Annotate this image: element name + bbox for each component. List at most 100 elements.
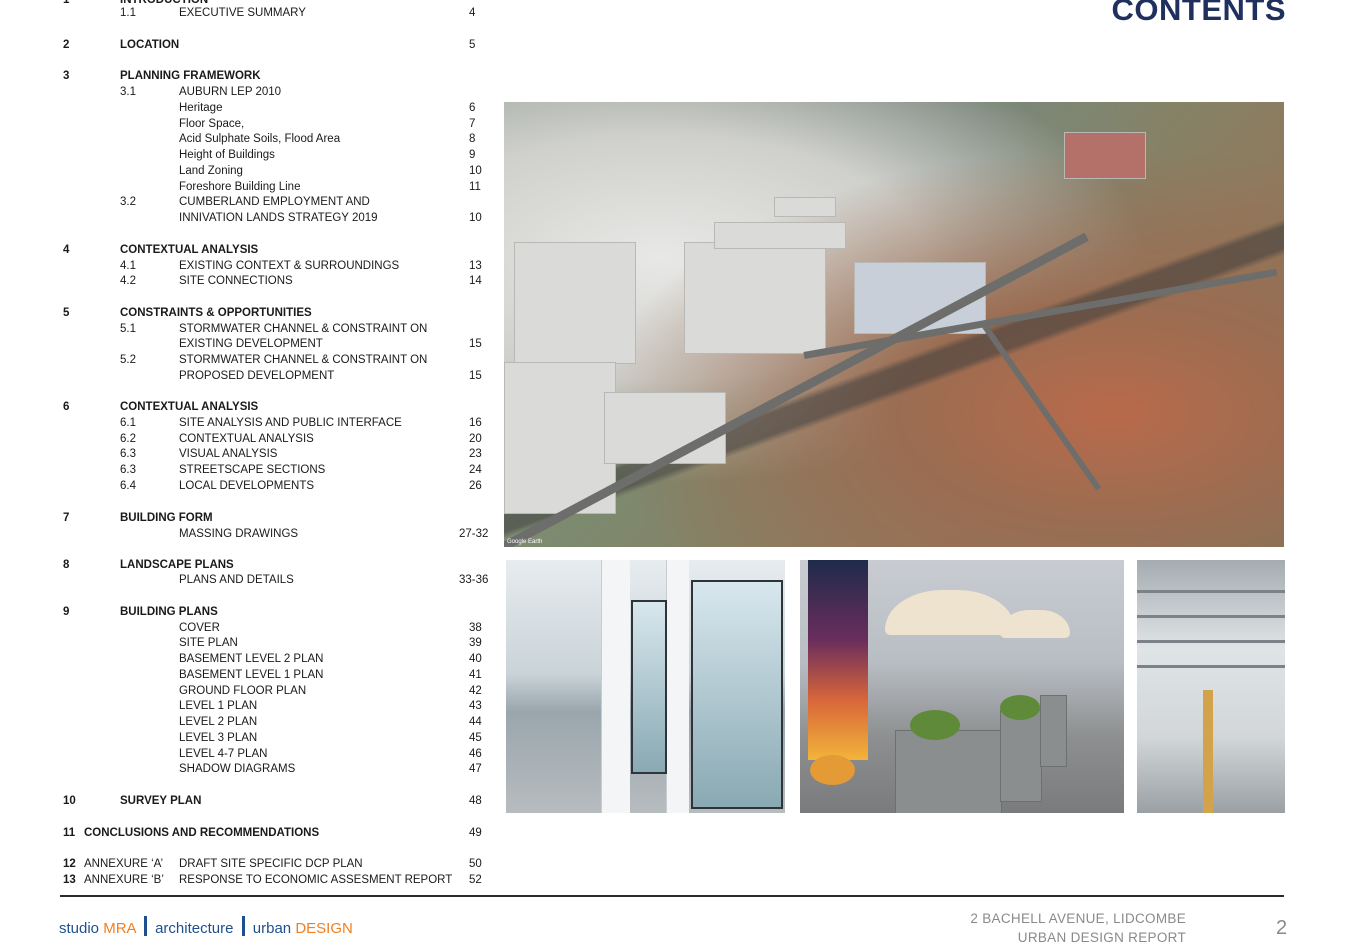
logo-divider: [143, 916, 147, 936]
toc-page: 7: [469, 118, 476, 130]
toc-row: SITE PLAN 39: [0, 636, 500, 651]
toc-row: LEVEL 3 PLAN 45: [0, 731, 500, 746]
toc-row: LEVEL 1 PLAN 43: [0, 699, 500, 714]
toc-label: Height of Buildings: [179, 149, 275, 161]
toc-row: 6.2 CONTEXTUAL ANALYSIS 20: [0, 432, 500, 447]
toc-label: CONTEXTUAL ANALYSIS: [120, 401, 259, 413]
toc-subsection: 4.2: [120, 275, 136, 287]
toc-label: EXISTING DEVELOPMENT: [179, 338, 323, 350]
toc-label: Land Zoning: [179, 165, 243, 177]
toc-subsection: CONCLUSIONS AND RECOMMENDATIONS: [84, 827, 320, 839]
toc-row: 8 LANDSCAPE PLANS: [0, 558, 500, 573]
toc-row: 6.3 STREETSCAPE SECTIONS 24: [0, 463, 500, 478]
toc-page: 52: [469, 874, 482, 886]
toc-subsection: 3.1: [120, 86, 136, 98]
toc-page: 38: [469, 622, 482, 634]
toc-row: 5.2 STORMWATER CHANNEL & CONSTRAINT ON: [0, 353, 500, 368]
toc-number: 11: [63, 827, 76, 839]
toc-page: 4: [469, 7, 476, 19]
toc-label: COVER: [179, 622, 220, 634]
toc-number: 2: [63, 39, 70, 51]
toc-row: 4.2 SITE CONNECTIONS 14: [0, 274, 500, 289]
toc-row: BASEMENT LEVEL 2 PLAN 40: [0, 652, 500, 667]
project-address: 2 BACHELL AVENUE, LIDCOMBE: [970, 911, 1186, 926]
toc-number: 6: [63, 401, 70, 413]
toc-number: 5: [63, 307, 70, 319]
toc-number: 8: [63, 559, 70, 571]
toc-subsection: 5.1: [120, 323, 136, 335]
toc-subsection: 6.4: [120, 480, 136, 492]
toc-label: RESPONSE TO ECONOMIC ASSESMENT REPORT: [179, 874, 453, 886]
toc-number: 13: [63, 874, 76, 886]
toc-row: 5 CONSTRAINTS & OPPORTUNITIES: [0, 306, 500, 321]
toc-label: STORMWATER CHANNEL & CONSTRAINT ON: [179, 354, 428, 366]
toc-label: CONTEXTUAL ANALYSIS: [179, 433, 314, 445]
toc-label: BASEMENT LEVEL 2 PLAN: [179, 653, 324, 665]
aerial-site-photo: Google Earth: [504, 102, 1284, 547]
toc-label: PROPOSED DEVELOPMENT: [179, 370, 335, 382]
toc-page: 46: [469, 748, 482, 760]
toc-subsection: 6.3: [120, 464, 136, 476]
interior-glazing-photo: [506, 560, 785, 813]
toc-page: 48: [469, 795, 482, 807]
toc-page: 41: [469, 669, 482, 681]
toc-label: CUMBERLAND EMPLOYMENT AND: [179, 196, 370, 208]
toc-row: BASEMENT LEVEL 1 PLAN 41: [0, 668, 500, 683]
toc-page: 23: [469, 448, 482, 460]
toc-row: 6.1 SITE ANALYSIS AND PUBLIC INTERFACE 16: [0, 416, 500, 431]
toc-row: LEVEL 2 PLAN 44: [0, 715, 500, 730]
image-credit: Google Earth: [507, 539, 543, 545]
toc-page: 15: [469, 338, 482, 350]
toc-row: Foreshore Building Line 11: [0, 180, 500, 195]
toc-row: Floor Space, 7: [0, 117, 500, 132]
toc-label: LANDSCAPE PLANS: [120, 559, 234, 571]
toc-label: Floor Space,: [179, 118, 245, 130]
toc-row: 12 ANNEXURE ‘A’ DRAFT SITE SPECIFIC DCP PL…: [0, 857, 500, 872]
toc-row: 1.1 EXECUTIVE SUMMARY 4: [0, 6, 500, 21]
toc-row: LEVEL 4-7 PLAN 46: [0, 747, 500, 762]
logo-design: DESIGN: [295, 920, 353, 937]
toc-row: 6.4 LOCAL DEVELOPMENTS 26: [0, 479, 500, 494]
toc-label: LEVEL 3 PLAN: [179, 732, 258, 744]
toc-row: 7 BUILDING FORM: [0, 511, 500, 526]
toc-page: 43: [469, 700, 482, 712]
toc-label: BUILDING FORM: [120, 512, 213, 524]
toc-label: STREETSCAPE SECTIONS: [179, 464, 326, 476]
toc-label: BASEMENT LEVEL 1 PLAN: [179, 669, 324, 681]
toc-page: 50: [469, 858, 482, 870]
toc-label: CONSTRAINTS & OPPORTUNITIES: [120, 307, 312, 319]
toc-page: 16: [469, 417, 482, 429]
toc-row: 3.1 AUBURN LEP 2010: [0, 85, 500, 100]
toc-page: 39: [469, 637, 482, 649]
toc-page: 44: [469, 716, 482, 728]
toc-row: INNIVATION LANDS STRATEGY 2019 10: [0, 211, 500, 226]
toc-subsection: 5.2: [120, 354, 136, 366]
covered-walkway-photo: [1137, 560, 1285, 813]
toc-page: 10: [469, 212, 482, 224]
toc-subsection: 3.2: [120, 196, 136, 208]
toc-row: COVER 38: [0, 621, 500, 636]
toc-row: 11 CONCLUSIONS AND RECOMMENDATIONS 49: [0, 826, 500, 841]
toc-page: 27-32: [459, 528, 489, 540]
street-dining-photo: [800, 560, 1124, 813]
toc-label: INNIVATION LANDS STRATEGY 2019: [179, 212, 378, 224]
toc-label: SITE PLAN: [179, 637, 238, 649]
toc-label: PLANS AND DETAILS: [179, 574, 294, 586]
toc-label: Acid Sulphate Soils, Flood Area: [179, 133, 341, 145]
footer-divider: [60, 895, 1284, 897]
toc-page: 5: [469, 39, 476, 51]
toc-label: EXECUTIVE SUMMARY: [179, 7, 306, 19]
toc-row: Height of Buildings 9: [0, 148, 500, 163]
toc-row: 9 BUILDING PLANS: [0, 605, 500, 620]
toc-page: 14: [469, 275, 482, 287]
toc-row: PLANS AND DETAILS 33-36: [0, 573, 500, 588]
toc-subsection: ANNEXURE ‘A’: [84, 858, 164, 870]
toc-label: GROUND FLOOR PLAN: [179, 685, 307, 697]
toc-number: 12: [63, 858, 76, 870]
page-number: 2: [1276, 917, 1288, 939]
toc-number: 4: [63, 244, 70, 256]
toc-row: 6.3 VISUAL ANALYSIS 23: [0, 447, 500, 462]
toc-page: 20: [469, 433, 482, 445]
toc-label: EXISTING CONTEXT & SURROUNDINGS: [179, 260, 400, 272]
studio-logo: studio MRA architecture urban DESIGN: [59, 916, 353, 937]
